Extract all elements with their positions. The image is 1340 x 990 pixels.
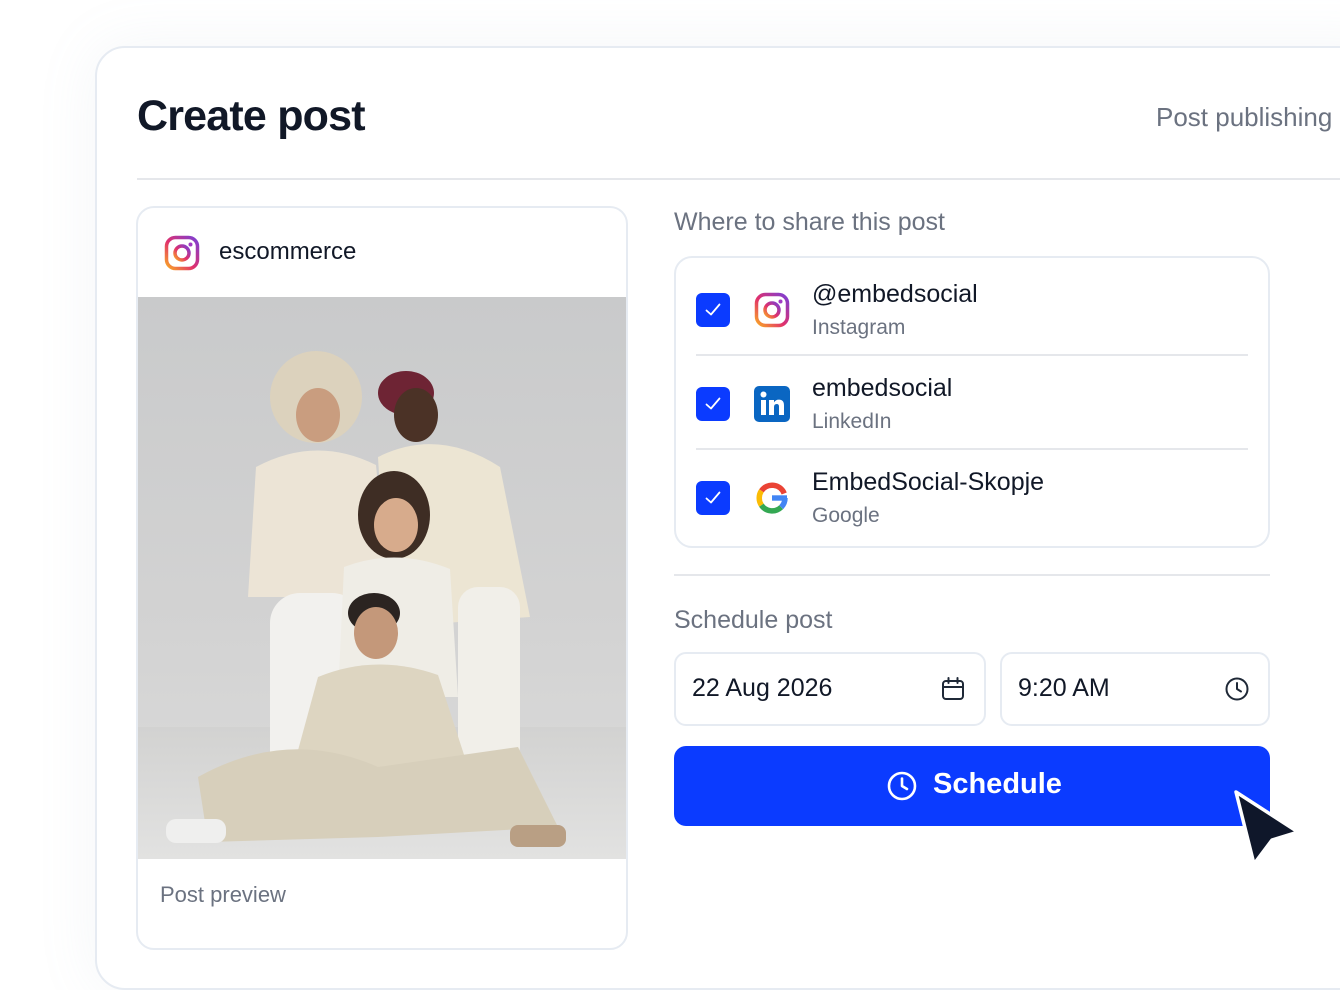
linkedin-icon (754, 386, 790, 422)
account-platform: Google (812, 504, 880, 527)
account-name: @embedsocial (812, 280, 978, 308)
share-accounts-list: @embedsocial Instagram embedsocial Linke… (674, 256, 1270, 548)
schedule-section-label: Schedule post (674, 606, 833, 634)
share-section-label: Where to share this post (674, 208, 945, 236)
preview-account-name: escommerce (219, 238, 357, 265)
clock-icon (887, 771, 917, 801)
post-preview-card: escommerce Post preview (136, 206, 628, 950)
schedule-button-label: Schedule (933, 768, 1062, 800)
check-icon (705, 491, 721, 504)
account-platform: LinkedIn (812, 410, 892, 433)
post-publishing-link[interactable]: Post publishing (1156, 102, 1332, 133)
list-item[interactable]: embedsocial LinkedIn (676, 354, 1268, 448)
calendar-icon[interactable] (940, 676, 966, 702)
check-icon (705, 397, 721, 410)
time-field[interactable]: 9:20 AM (1000, 652, 1270, 726)
google-icon (754, 480, 790, 516)
date-value: 22 Aug 2026 (692, 674, 833, 702)
post-preview-label: Post preview (160, 882, 286, 907)
preview-header: escommerce (138, 208, 626, 297)
account-checkbox[interactable] (696, 481, 730, 515)
date-field[interactable]: 22 Aug 2026 (674, 652, 986, 726)
time-value: 9:20 AM (1018, 674, 1110, 702)
account-checkbox[interactable] (696, 293, 730, 327)
list-item[interactable]: EmbedSocial-Skopje Google (676, 448, 1268, 542)
clock-icon[interactable] (1224, 676, 1250, 702)
mouse-cursor-icon (1234, 790, 1300, 866)
account-platform: Instagram (812, 316, 906, 339)
account-checkbox[interactable] (696, 387, 730, 421)
account-name: EmbedSocial-Skopje (812, 468, 1045, 496)
page-title: Create post (137, 92, 366, 140)
post-image (138, 297, 626, 859)
check-icon (705, 303, 721, 316)
account-name: embedsocial (812, 374, 953, 402)
instagram-icon (164, 235, 200, 276)
schedule-button[interactable]: Schedule (674, 746, 1270, 826)
section-divider (674, 574, 1270, 576)
instagram-icon (754, 292, 790, 328)
header-divider (137, 178, 1340, 180)
list-item[interactable]: @embedsocial Instagram (676, 260, 1268, 354)
